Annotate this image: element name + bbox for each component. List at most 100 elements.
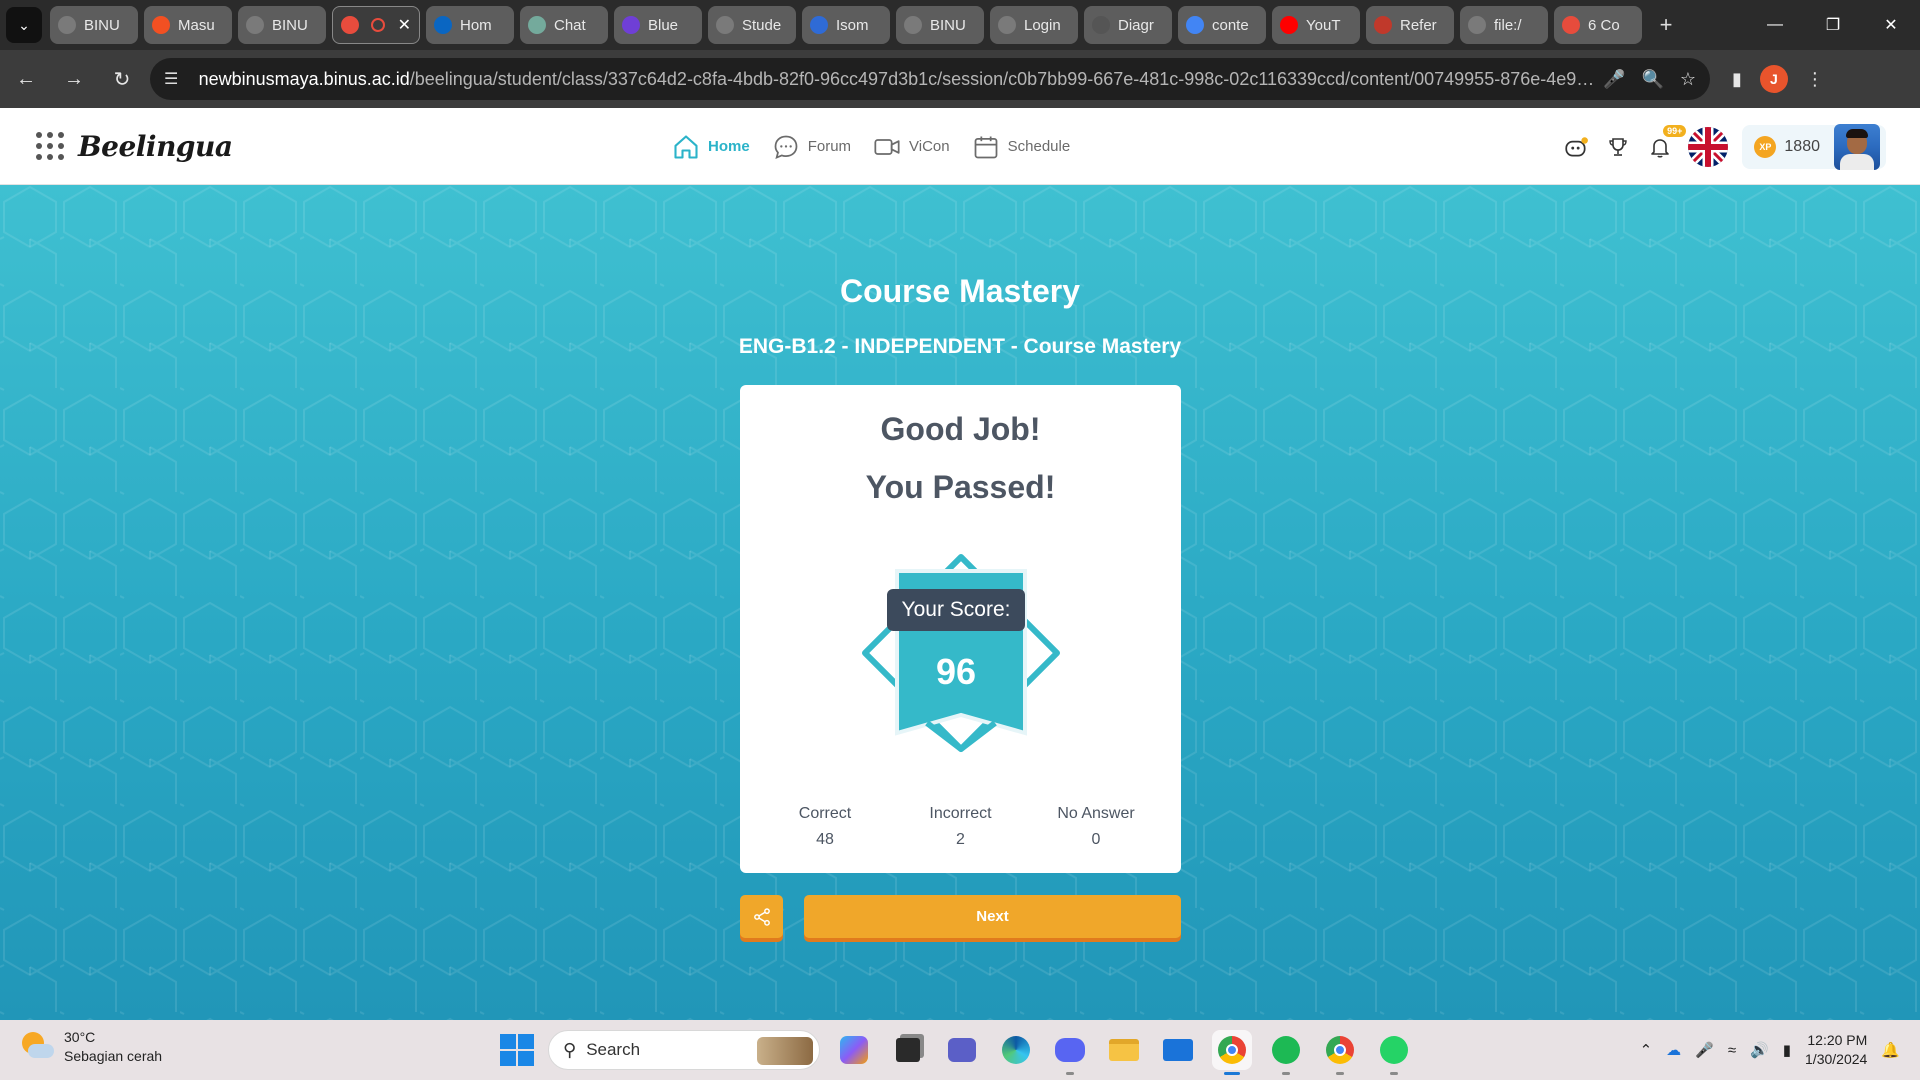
tab-label: BINU <box>84 16 120 34</box>
tab-favicon-icon <box>1562 16 1580 34</box>
browser-tab[interactable]: Diagr <box>1084 6 1172 44</box>
score-badge: Your Score: 96 <box>857 553 1065 759</box>
browser-tab[interactable]: Refer <box>1366 6 1454 44</box>
tab-favicon-icon <box>1186 16 1204 34</box>
browser-tab[interactable]: BINU <box>896 6 984 44</box>
teams-icon[interactable] <box>942 1030 982 1070</box>
share-button[interactable] <box>740 895 783 938</box>
nav-schedule[interactable]: Schedule <box>972 133 1070 161</box>
volume-icon[interactable]: 🔊 <box>1750 1041 1769 1059</box>
edge-icon[interactable] <box>996 1030 1036 1070</box>
restore-button[interactable]: ❐ <box>1804 0 1862 50</box>
browser-tab[interactable]: BINU <box>50 6 138 44</box>
beelingua-logo[interactable]: Beelingua <box>78 130 233 163</box>
tab-label: Stude <box>742 16 782 34</box>
windows-start-icon[interactable] <box>498 1032 534 1068</box>
share-icon <box>753 907 770 926</box>
browser-tab[interactable]: Hom <box>426 6 514 44</box>
apps-grid-icon[interactable] <box>36 132 64 160</box>
onedrive-cloud-icon[interactable]: ☁ <box>1666 1041 1681 1059</box>
nav-vicon[interactable]: ViCon <box>873 133 950 161</box>
chrome-icon[interactable] <box>1212 1030 1252 1075</box>
discord-icon[interactable] <box>1050 1030 1090 1075</box>
terminal-icon[interactable] <box>888 1030 928 1070</box>
profile-avatar[interactable]: J <box>1759 65 1788 93</box>
weather-widget[interactable]: 30°C Sebagian cerah <box>20 1028 162 1066</box>
reload-button[interactable]: ↻ <box>100 57 144 101</box>
tab-favicon-icon <box>528 16 546 34</box>
browser-tab[interactable]: Stude <box>708 6 796 44</box>
chevron-up-icon[interactable]: ⌃ <box>1640 1041 1653 1059</box>
back-button[interactable]: ← <box>4 57 48 101</box>
whatsapp-icon[interactable] <box>1374 1030 1414 1075</box>
result-headline-good-job: Good Job! <box>880 411 1041 447</box>
trophy-icon[interactable] <box>1604 133 1632 161</box>
browser-tab[interactable]: file:/ <box>1460 6 1548 44</box>
bookmark-star-icon[interactable]: ☆ <box>1680 69 1696 90</box>
home-icon <box>674 134 698 159</box>
weather-description: Sebagian cerah <box>64 1048 163 1064</box>
battery-icon[interactable]: ▮ <box>1783 1041 1791 1059</box>
copilot-icon[interactable] <box>834 1030 874 1070</box>
next-button[interactable]: Next <box>804 895 1181 938</box>
tab-label: file:/ <box>1494 16 1522 34</box>
xp-counter[interactable]: XP 1880 <box>1742 123 1886 170</box>
course-subtitle: ENG-B1.2 - INDEPENDENT - Course Mastery <box>738 335 1182 358</box>
nav-forum[interactable]: Forum <box>772 133 851 161</box>
tab-favicon-icon <box>1374 16 1392 34</box>
tab-favicon-icon <box>622 16 640 34</box>
xp-value: 1880 <box>1784 137 1820 155</box>
browser-tab[interactable]: 6 Co <box>1554 6 1642 44</box>
new-tab-button[interactable]: + <box>1650 9 1682 41</box>
tab-favicon-icon <box>1092 16 1110 34</box>
browser-tab[interactable]: BINU <box>238 6 326 44</box>
browser-tab[interactable]: Blue <box>614 6 702 44</box>
minimize-button[interactable]: — <box>1746 0 1804 50</box>
forward-button[interactable]: → <box>52 57 96 101</box>
header-actions: 99+ XP 1880 <box>1562 108 1886 185</box>
tab-favicon-icon <box>434 16 452 34</box>
zoom-icon[interactable]: 🔍 <box>1641 69 1663 90</box>
microphone-tray-icon[interactable]: 🎤 <box>1695 1041 1714 1059</box>
menu-kebab-icon[interactable]: ⋮ <box>1806 69 1824 90</box>
tab-search-button[interactable]: ⌄ <box>6 7 42 43</box>
browser-tab[interactable]: ✕ <box>332 6 420 44</box>
chrome-profile-icon[interactable] <box>1320 1030 1360 1075</box>
browser-tab[interactable]: YouT <box>1272 6 1360 44</box>
url-host: newbinusmaya.binus.ac.id <box>198 68 410 89</box>
wifi-icon[interactable]: ≈ <box>1728 1042 1736 1059</box>
file-explorer-icon[interactable] <box>1104 1030 1144 1070</box>
system-clock[interactable]: 12:20 PM 1/30/2024 <box>1805 1031 1867 1069</box>
side-panel-icon[interactable]: ▮ <box>1732 69 1742 90</box>
tab-label: Diagr <box>1118 16 1154 34</box>
bee-mascot-icon[interactable] <box>1562 133 1590 161</box>
notification-bell-icon[interactable]: 99+ <box>1646 124 1687 161</box>
browser-tab[interactable]: Isom <box>802 6 890 44</box>
tab-label: conte <box>1212 16 1249 34</box>
close-tab-icon[interactable]: ✕ <box>398 15 411 35</box>
browser-tab[interactable]: conte <box>1178 6 1266 44</box>
tab-label: Login <box>1024 16 1061 34</box>
nav-home[interactable]: Home <box>672 133 750 161</box>
notification-center-icon[interactable]: 🔔 <box>1881 1041 1900 1059</box>
tab-label: YouT <box>1306 16 1341 34</box>
browser-tabstrip: ⌄ BINU Masu BINU ✕ Hom Chat Blue Stude Isom BINU L… <box>0 0 1920 50</box>
browser-tab[interactable]: Login <box>990 6 1078 44</box>
clock-time: 12:20 PM <box>1807 1032 1868 1048</box>
stat-incorrect-label: Incorrect <box>929 805 992 822</box>
user-avatar[interactable] <box>1834 123 1880 170</box>
spotify-icon[interactable] <box>1266 1030 1306 1075</box>
browser-tab[interactable]: Chat <box>520 6 608 44</box>
site-info-icon[interactable]: ☰ <box>164 69 185 89</box>
taskbar-search[interactable]: ⚲ Search <box>548 1030 820 1070</box>
tab-favicon-icon <box>1280 16 1298 34</box>
address-bar[interactable]: ☰ newbinusmaya.binus.ac.id /beelingua/st… <box>150 58 1710 100</box>
tab-favicon-icon <box>904 16 922 34</box>
browser-tab[interactable]: Masu <box>144 6 232 44</box>
uk-flag-language-icon[interactable] <box>1688 126 1729 167</box>
microphone-icon[interactable]: 🎤 <box>1603 69 1625 90</box>
stat-correct-value: 48 <box>816 831 834 848</box>
tab-label: Isom <box>836 16 869 34</box>
close-window-button[interactable]: ✕ <box>1862 0 1920 50</box>
mail-icon[interactable] <box>1158 1030 1198 1070</box>
